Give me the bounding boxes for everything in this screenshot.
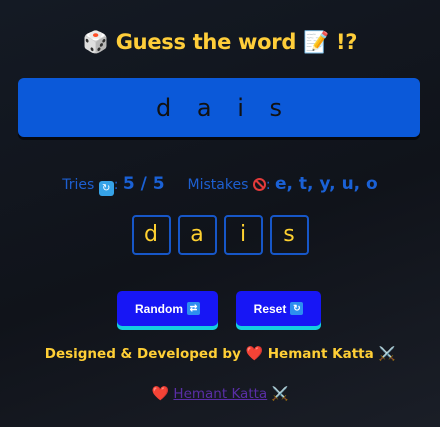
letter-tile[interactable]: a: [177, 215, 217, 255]
tries-separator: :: [113, 177, 119, 193]
memo-icon: 📝: [303, 30, 329, 54]
word-display: d a i s: [156, 93, 291, 122]
author-link[interactable]: Hemant Katta: [173, 386, 267, 402]
tries-value: 5 / 5: [122, 174, 165, 194]
letter-tiles: d a i s: [0, 215, 440, 255]
credit-line: Designed & Developed by ❤️ Hemant Katta …: [0, 346, 440, 362]
mistakes-separator: :: [265, 177, 271, 193]
letter-tile[interactable]: s: [269, 215, 309, 255]
reset-label: Reset: [253, 301, 287, 316]
title-text: Guess the word: [115, 30, 297, 54]
tries-label: Tries: [62, 177, 95, 193]
credit-text: Designed & Developed by: [44, 346, 241, 362]
mistakes-label: Mistakes: [187, 177, 249, 193]
letter-tile[interactable]: i: [223, 215, 263, 255]
word-display-bar: d a i s: [18, 78, 420, 137]
reset-button[interactable]: Reset ↻: [236, 291, 321, 326]
heart-icon: ❤️: [245, 346, 264, 362]
shuffle-icon: ⇄: [187, 302, 200, 315]
crossed-swords-icon: ⚔️: [378, 346, 396, 362]
dice-icon: 🎲: [82, 30, 109, 54]
random-button[interactable]: Random ⇄: [117, 291, 218, 326]
footer: ❤️ Hemant Katta ⚔️: [0, 386, 440, 402]
refresh-icon: ↻: [98, 181, 114, 196]
crossed-swords-icon: ⚔️: [271, 386, 289, 402]
reset-icon: ↻: [290, 302, 304, 315]
mistakes-value: e, t, y, u, o: [275, 174, 378, 194]
game-stats: Tries ↻: 5 / 5 Mistakes : e, t, y, u, o: [0, 174, 440, 196]
page-title: 🎲 Guess the word 📝 !?: [0, 30, 440, 55]
credit-name: Hemant Katta: [267, 346, 374, 362]
title-suffix: !?: [335, 30, 358, 54]
no-entry-icon: [252, 178, 266, 191]
letter-tile[interactable]: d: [131, 215, 171, 255]
random-label: Random: [135, 301, 183, 316]
heart-icon: ❤️: [151, 386, 170, 402]
